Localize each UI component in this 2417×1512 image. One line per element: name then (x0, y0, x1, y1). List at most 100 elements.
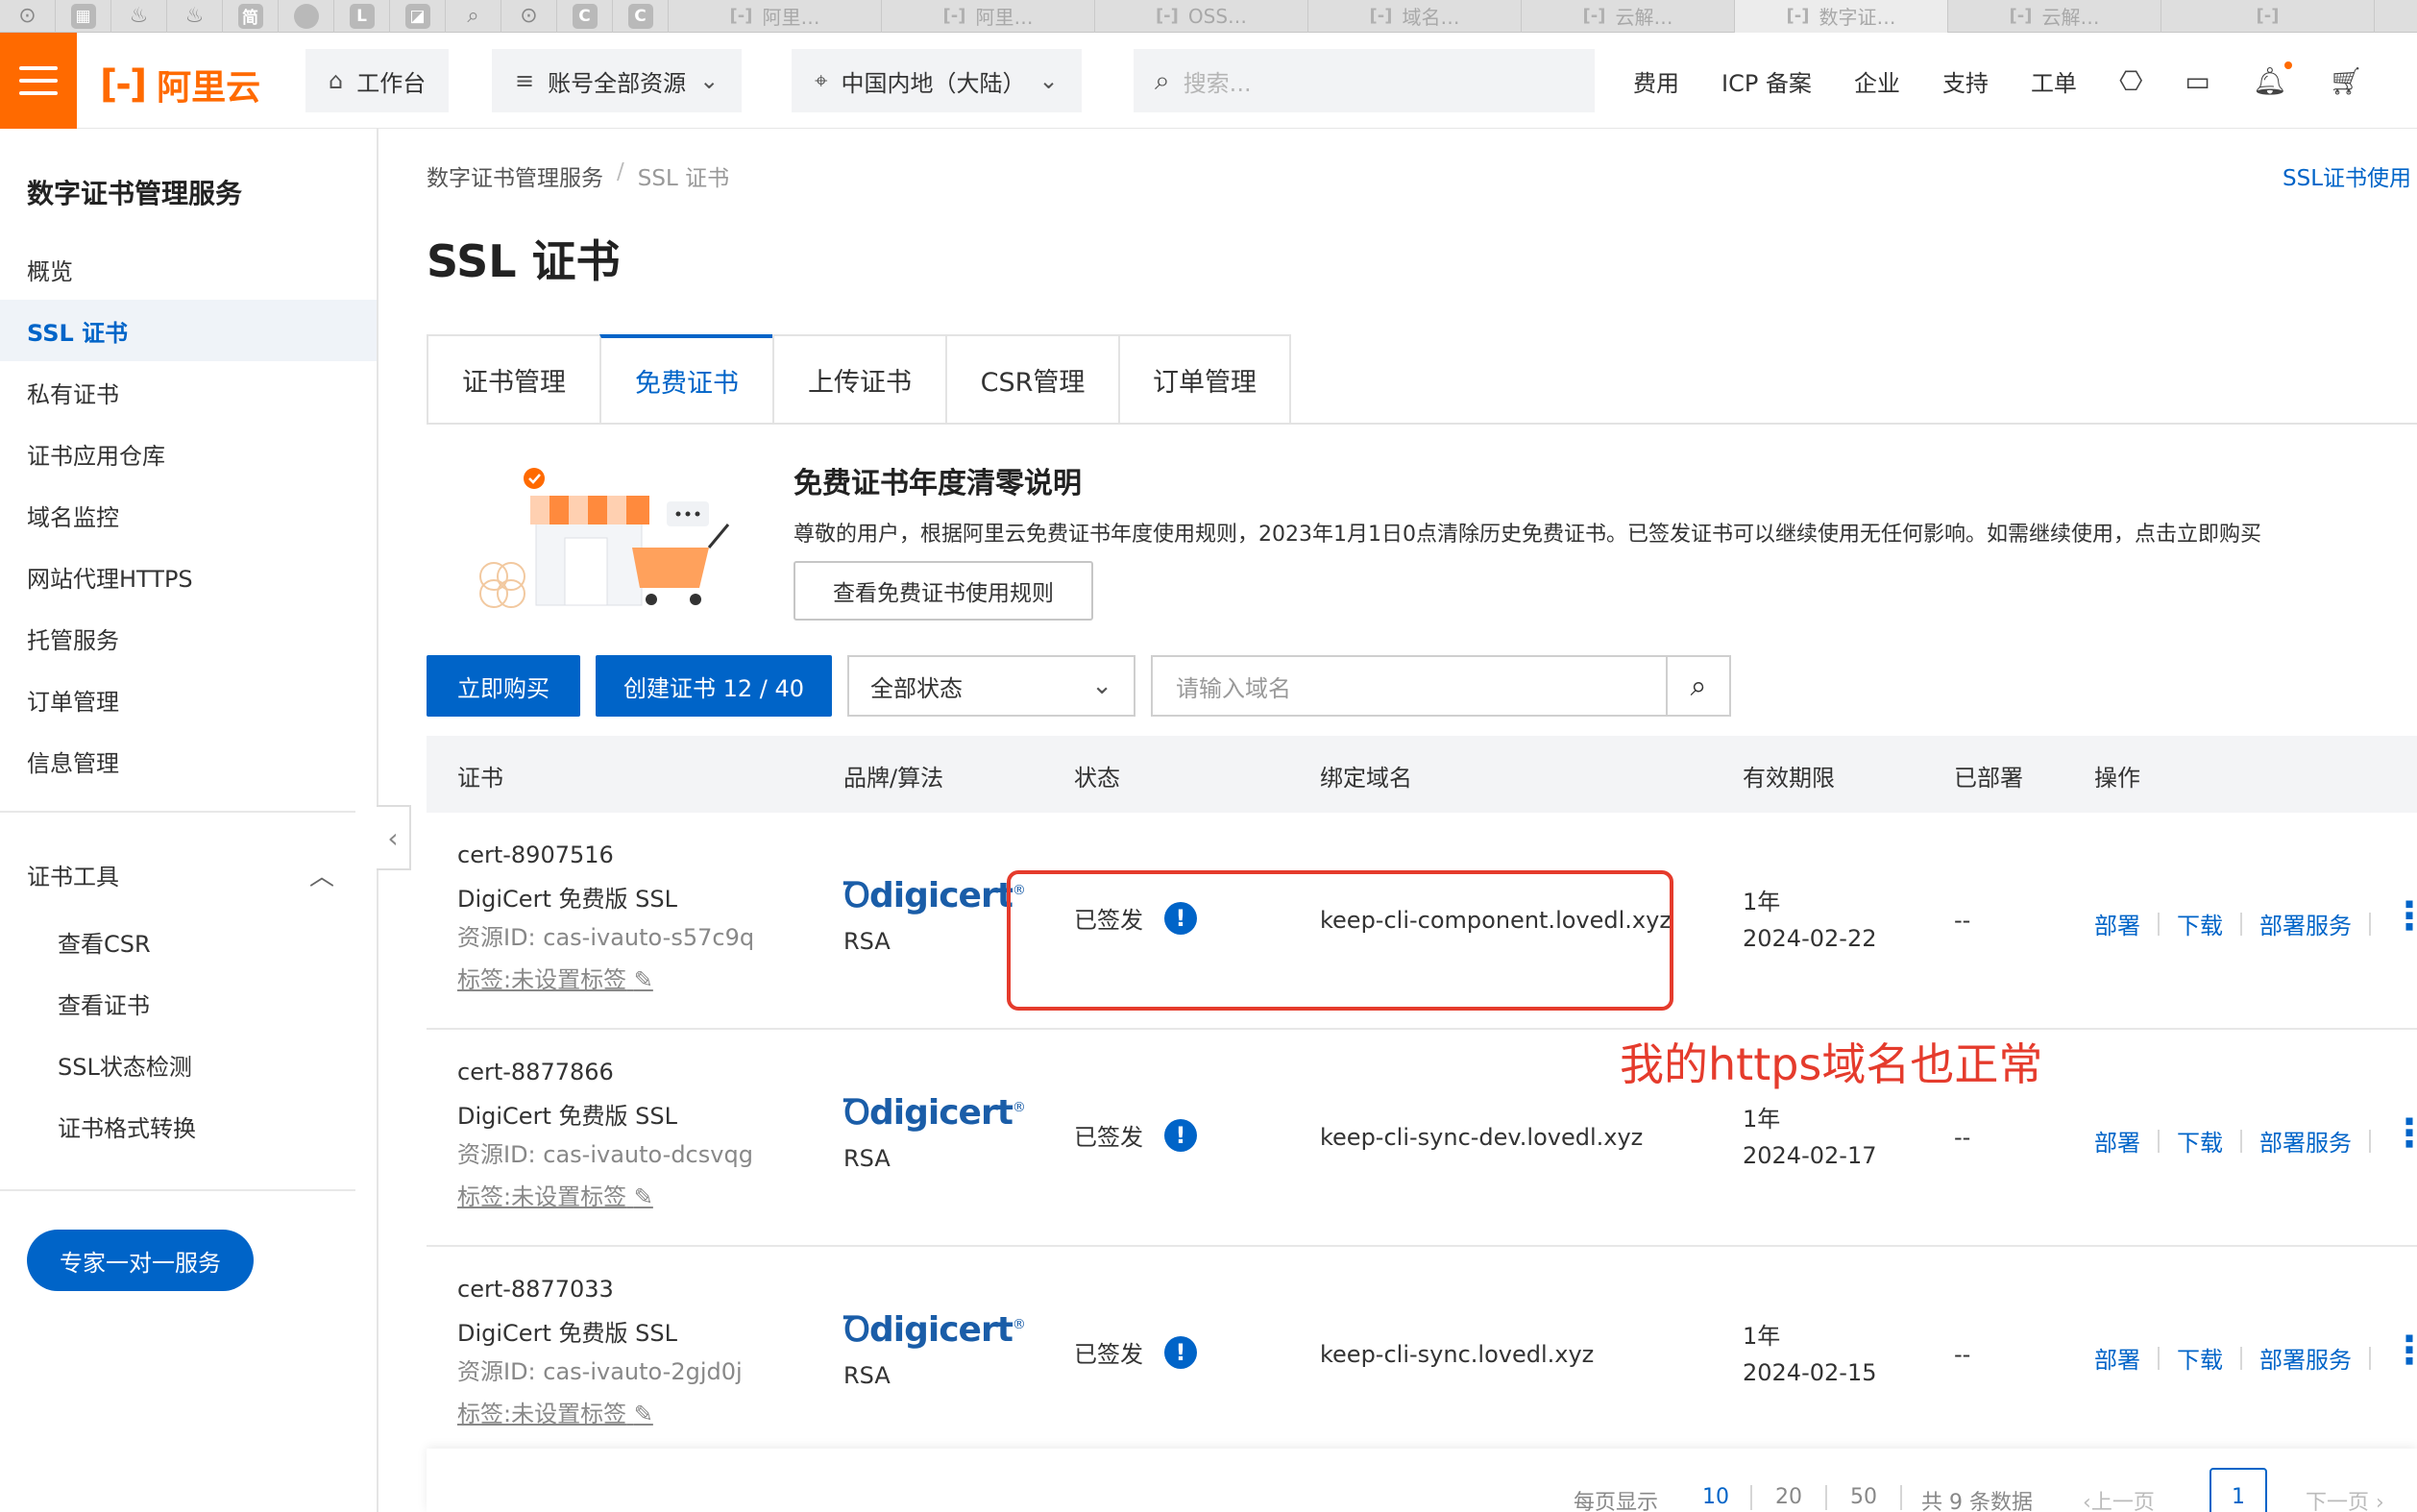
nav-link-ticket[interactable]: 工单 (2031, 64, 2077, 98)
sidebar-item-private-cert[interactable]: 私有证书 (0, 361, 377, 423)
buy-now-button[interactable]: 立即购买 (427, 655, 580, 717)
aliyun-logo[interactable]: [-] 阿里云 (100, 60, 260, 110)
more-actions-icon[interactable]: ⋮ (2390, 1114, 2417, 1153)
chevron-down-icon: ⌄ (699, 67, 720, 94)
sidebar-item-hosting[interactable]: 托管服务 (0, 607, 377, 669)
browser-tab[interactable]: [-] 阿里… (882, 0, 1095, 33)
page-size-50[interactable]: 50 (1850, 1485, 1877, 1509)
tab-flame-icon[interactable]: ♨ (167, 0, 223, 33)
info-icon[interactable]: ! (1164, 1335, 1197, 1369)
next-page-button[interactable]: 下一页 › (2306, 1485, 2384, 1512)
sidebar-item-ssl-check[interactable]: SSL状态检测 (0, 1034, 377, 1095)
global-search-input[interactable]: ⌕ 搜索... (1134, 49, 1595, 112)
browser-tab[interactable]: [-] 云解… (1522, 0, 1735, 33)
tab-upload-cert[interactable]: 上传证书 (772, 334, 945, 425)
browser-tab[interactable]: [-] 云解… (1948, 0, 2161, 33)
logo-mark: [-] (100, 62, 147, 107)
tab-github-icon[interactable]: ⊙ (501, 0, 557, 33)
sidebar-item-info[interactable]: 信息管理 (0, 730, 377, 792)
tab-c-icon[interactable]: C (557, 0, 613, 33)
sidebar-item-view-cert[interactable]: 查看证书 (0, 972, 377, 1034)
status-select[interactable]: 全部状态 ⌄ (847, 655, 1135, 717)
region-dropdown[interactable]: ⌖ 中国内地（大陆） ⌄ (792, 49, 1082, 112)
tab-app-icon[interactable]: ◪ (390, 0, 446, 33)
create-cert-button[interactable]: 创建证书 12 / 40 (596, 655, 832, 717)
bell-icon[interactable]: 🔔︎ (2253, 61, 2293, 97)
search-icon[interactable]: ⌕ (1666, 657, 1729, 715)
chevron-up-icon: ︿ (308, 863, 334, 891)
sidebar-group-cert-tools[interactable]: 证书工具 ︿ (27, 857, 334, 892)
deploy-service-link[interactable]: 部署服务 (2259, 1341, 2352, 1375)
digicert-logo: Ꝺdigicert® (843, 1310, 1026, 1350)
tag-edit-link[interactable]: 标签:未设置标签 ✎ (457, 1395, 653, 1428)
tab-csr-management[interactable]: CSR管理 (945, 334, 1118, 425)
deploy-service-link[interactable]: 部署服务 (2259, 907, 2352, 940)
tab-flame-icon[interactable]: ♨ (111, 0, 167, 33)
breadcrumb-root[interactable]: 数字证书管理服务 (427, 159, 603, 192)
tab-l-icon[interactable]: L (334, 0, 390, 33)
tab-cert-management[interactable]: 证书管理 (427, 334, 599, 425)
sidebar-item-https-proxy[interactable]: 网站代理HTTPS (0, 546, 377, 607)
sidebar-item-view-csr[interactable]: 查看CSR (0, 911, 377, 972)
browser-tab[interactable]: [-] 阿里… (669, 0, 882, 33)
ssl-usage-help-link[interactable]: SSL证书使用 (2283, 159, 2411, 192)
tab-c-icon[interactable]: C (613, 0, 669, 33)
col-validity: 有效期限 (1743, 765, 1835, 792)
browser-tab[interactable]: [-] OSS… (1095, 0, 1308, 33)
nav-link-icp[interactable]: ICP 备案 (1721, 64, 1812, 98)
cart-icon[interactable]: 🛒︎ (2329, 65, 2363, 97)
bound-domain: keep-cli-sync-dev.lovedl.xyz (1320, 1124, 1644, 1151)
current-page[interactable]: 1 (2209, 1468, 2267, 1512)
digicert-logo: Ꝺdigicert® (843, 1093, 1026, 1133)
page-size-20[interactable]: 20 (1775, 1485, 1802, 1509)
account-resources-dropdown[interactable]: ≡ 账号全部资源 ⌄ (492, 49, 743, 112)
tab-search-icon[interactable]: ⌕ (446, 0, 501, 33)
tag-edit-link[interactable]: 标签:未设置标签 ✎ (457, 1178, 653, 1211)
sidebar-item-format-convert[interactable]: 证书格式转换 (0, 1095, 377, 1157)
tab-order-management[interactable]: 订单管理 (1118, 334, 1291, 425)
row-actions: 部署 下载 部署服务 (2094, 1341, 2371, 1375)
sidebar-item-cert-repo[interactable]: 证书应用仓库 (0, 423, 377, 484)
tag-edit-link[interactable]: 标签:未设置标签 ✎ (457, 961, 653, 994)
workbench-button[interactable]: ⌂ 工作台 (305, 49, 450, 112)
menu-icon[interactable] (0, 33, 77, 129)
api-icon[interactable]: ⎔ (2119, 65, 2142, 97)
browser-tab-active[interactable]: [-] 数字证… (1735, 0, 1948, 33)
region-label: 中国内地（大陆） (841, 69, 1026, 97)
tab-app-icon[interactable]: ▦ (56, 0, 111, 33)
nav-link-billing[interactable]: 费用 (1633, 64, 1679, 98)
sidebar-item-orders[interactable]: 订单管理 (0, 669, 377, 730)
sidebar-item-ssl[interactable]: SSL 证书 (0, 300, 377, 361)
more-actions-icon[interactable]: ⋮ (2390, 1331, 2417, 1370)
browser-tab[interactable]: [-] (2161, 0, 2375, 33)
total-count: 共 9 条数据 (1921, 1491, 2033, 1512)
table-row: cert-8877866 DigiCert 免费版 SSL 资源ID: cas-… (427, 1030, 2417, 1247)
deploy-link[interactable]: 部署 (2094, 1124, 2140, 1158)
download-link[interactable]: 下载 (2177, 1341, 2223, 1375)
browser-tab[interactable]: [-] 域名… (1308, 0, 1522, 33)
sidebar-item-domain-monitor[interactable]: 域名监控 (0, 484, 377, 546)
download-link[interactable]: 下载 (2177, 907, 2223, 940)
deploy-service-link[interactable]: 部署服务 (2259, 1124, 2352, 1158)
tab-github-icon[interactable]: ⊙ (0, 0, 56, 33)
view-free-cert-rules-button[interactable]: 查看免费证书使用规则 (793, 561, 1093, 621)
brand-name: digicert (868, 1093, 1013, 1133)
prev-page-button[interactable]: ‹上一页 (2083, 1485, 2155, 1512)
tab-circle-icon[interactable] (279, 0, 334, 33)
deploy-link[interactable]: 部署 (2094, 1341, 2140, 1375)
nav-link-enterprise[interactable]: 企业 (1854, 64, 1900, 98)
more-actions-icon[interactable]: ⋮ (2390, 897, 2417, 936)
info-icon[interactable]: ! (1164, 1118, 1197, 1152)
download-link[interactable]: 下载 (2177, 1124, 2223, 1158)
sidebar-item-overview[interactable]: 概览 (0, 238, 377, 300)
sidebar-collapse-handle[interactable]: ‹ (377, 805, 411, 870)
domain-search-input[interactable]: 请输入域名 (1153, 657, 1666, 715)
page-title: SSL 证书 (427, 235, 621, 287)
tab-jian-icon[interactable]: 简 (223, 0, 279, 33)
tab-free-cert[interactable]: 免费证书 (599, 334, 772, 425)
expert-service-button[interactable]: 专家一对一服务 (27, 1230, 254, 1291)
page-size-10[interactable]: 10 (1702, 1485, 1729, 1509)
terminal-icon[interactable]: ▭ (2185, 65, 2209, 97)
deploy-link[interactable]: 部署 (2094, 907, 2140, 940)
nav-link-support[interactable]: 支持 (1942, 64, 1989, 98)
